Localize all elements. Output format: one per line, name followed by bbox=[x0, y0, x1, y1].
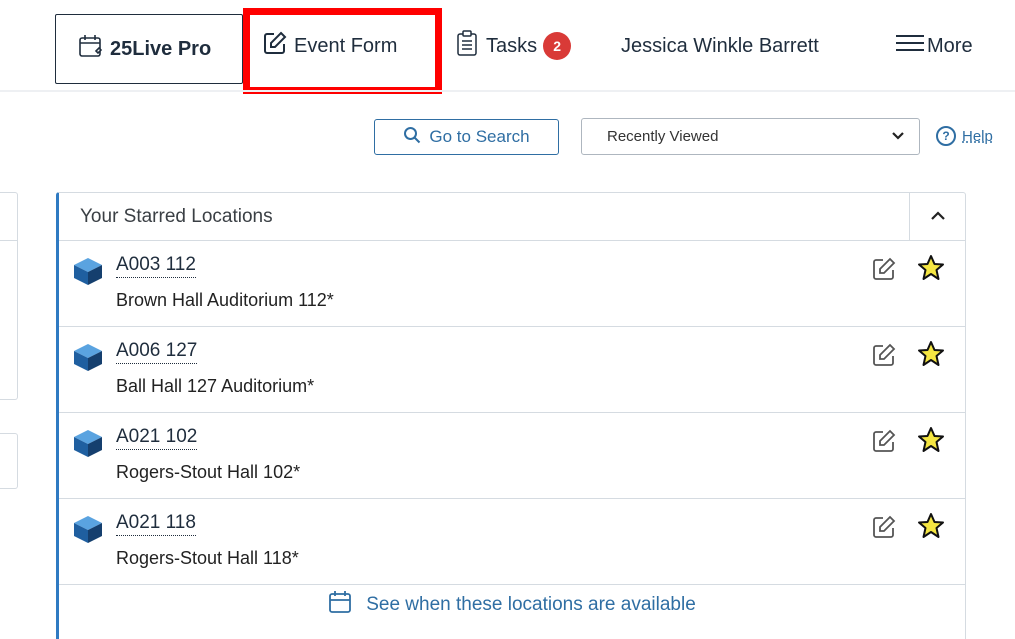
help-icon: ? bbox=[936, 126, 956, 146]
location-code-link[interactable]: A021 118 bbox=[116, 511, 196, 536]
location-code-link[interactable]: A021 102 bbox=[116, 425, 198, 450]
cube-icon bbox=[71, 342, 105, 377]
help-label: Help bbox=[962, 127, 993, 145]
tasks-button[interactable]: Tasks 2 bbox=[456, 28, 572, 64]
calendar-icon bbox=[328, 590, 352, 620]
collapse-button[interactable] bbox=[909, 193, 965, 241]
list-item: A003 112 Brown Hall Auditorium 112* bbox=[59, 241, 965, 327]
brand-label: 25Live Pro bbox=[110, 37, 212, 60]
user-name: Jessica Winkle Barrett bbox=[621, 34, 819, 57]
recently-viewed-value: Recently Viewed bbox=[607, 128, 719, 145]
location-name: Brown Hall Auditorium 112* bbox=[116, 290, 334, 310]
calendar-icon bbox=[78, 33, 104, 65]
highlight-box bbox=[243, 8, 442, 94]
star-icon[interactable] bbox=[917, 340, 945, 373]
list-item: A021 102 Rogers-Stout Hall 102* bbox=[59, 413, 965, 499]
list-item: A006 127 Ball Hall 127 Auditorium* bbox=[59, 327, 965, 413]
cube-icon bbox=[71, 514, 105, 549]
cube-icon bbox=[71, 428, 105, 463]
more-menu-button[interactable]: More bbox=[895, 28, 973, 64]
go-to-search-button[interactable]: Go to Search bbox=[374, 119, 559, 155]
cube-icon bbox=[71, 256, 105, 291]
user-menu[interactable]: Jessica Winkle Barrett bbox=[621, 28, 819, 64]
tasks-count-badge: 2 bbox=[543, 32, 572, 60]
availability-label: See when these locations are available bbox=[366, 594, 696, 615]
go-to-search-label: Go to Search bbox=[429, 127, 530, 146]
location-name: Rogers-Stout Hall 118* bbox=[116, 548, 299, 568]
edit-icon[interactable] bbox=[871, 256, 897, 287]
location-code-link[interactable]: A003 112 bbox=[116, 253, 196, 278]
availability-link[interactable]: See when these locations are available bbox=[59, 587, 965, 623]
left-panel-partial bbox=[0, 192, 18, 400]
left-panel-partial-2 bbox=[0, 433, 18, 489]
top-navigation: 25Live Pro Event Form Tasks 2 Jessica Wi… bbox=[0, 0, 1015, 94]
clipboard-icon bbox=[456, 30, 478, 62]
panel-header: Your Starred Locations bbox=[59, 193, 965, 241]
tasks-label: Tasks bbox=[486, 34, 538, 57]
location-name: Ball Hall 127 Auditorium* bbox=[116, 376, 315, 396]
panel-title: Your Starred Locations bbox=[80, 205, 273, 227]
nav-divider bbox=[0, 90, 1015, 92]
recently-viewed-select[interactable]: Recently Viewed bbox=[581, 118, 920, 155]
list-item: A021 118 Rogers-Stout Hall 118* bbox=[59, 499, 965, 585]
star-icon[interactable] bbox=[917, 254, 945, 287]
chevron-down-icon bbox=[891, 128, 905, 145]
edit-icon[interactable] bbox=[871, 428, 897, 459]
starred-locations-panel: Your Starred Locations A003 112 Brown Ha… bbox=[56, 192, 966, 639]
edit-icon[interactable] bbox=[871, 514, 897, 545]
more-label: More bbox=[927, 34, 973, 57]
edit-icon[interactable] bbox=[871, 342, 897, 373]
star-icon[interactable] bbox=[917, 426, 945, 459]
star-icon[interactable] bbox=[917, 512, 945, 545]
left-panel-header-divider bbox=[0, 240, 17, 241]
brand-button[interactable]: 25Live Pro bbox=[55, 14, 243, 84]
search-icon bbox=[403, 126, 421, 149]
hamburger-icon bbox=[895, 32, 925, 60]
chevron-up-icon bbox=[930, 206, 946, 228]
location-name: Rogers-Stout Hall 102* bbox=[116, 462, 301, 482]
location-code-link[interactable]: A006 127 bbox=[116, 339, 198, 364]
help-link[interactable]: ? Help bbox=[936, 126, 993, 146]
